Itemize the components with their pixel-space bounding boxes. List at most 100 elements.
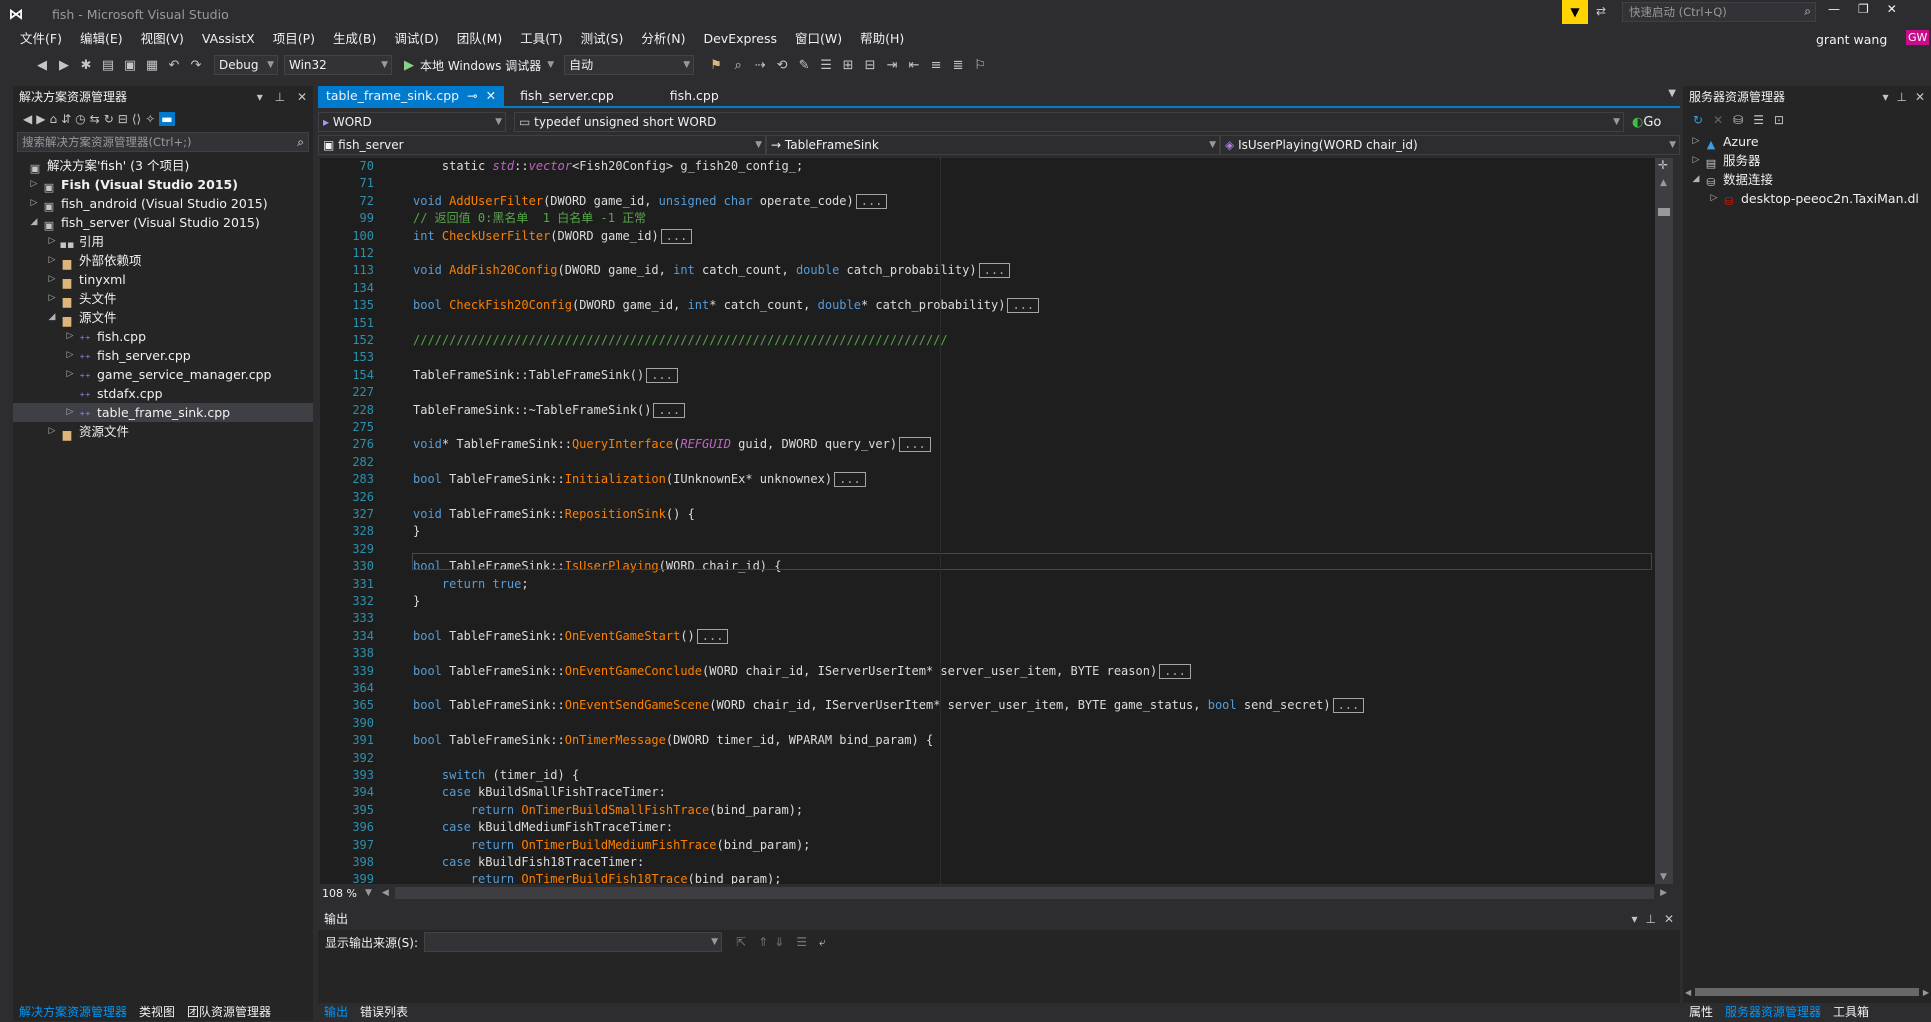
comment-icon[interactable]: ≡ [926, 55, 946, 75]
code-text[interactable]: case kBuildSmallFishTraceTimer: [413, 784, 666, 801]
preview-icon[interactable]: ▬ [159, 112, 175, 126]
output-source-select[interactable]: ▼ [424, 932, 723, 952]
expand-icon[interactable]: ▷ [45, 289, 59, 308]
code-line[interactable]: 339 bool TableFrameSink::OnEventGameConcl… [320, 663, 1655, 680]
menu-window[interactable]: 窗口(W) [786, 28, 851, 50]
code-text[interactable]: bool TableFrameSink::Initialization(IUnk… [413, 471, 866, 488]
next-message-icon[interactable]: ⇓ [774, 935, 784, 949]
vertical-scrollbar[interactable]: ✛ ▲ ▼ [1655, 158, 1673, 884]
code-line[interactable]: 390 [320, 715, 1655, 732]
code-line[interactable]: 99 // 返回值 0:黑名单 1 白名单 -1 正常 [320, 210, 1655, 227]
code-text[interactable]: // 返回值 0:黑名单 1 白名单 -1 正常 [413, 210, 646, 227]
code-line[interactable]: 282 [320, 454, 1655, 471]
minimize-icon[interactable]: — [1828, 2, 1840, 16]
code-text[interactable]: return true; [413, 576, 529, 593]
notification-icon[interactable]: ⇄ [1596, 4, 1606, 18]
vax-refactor-icon[interactable]: ⟲ [772, 55, 792, 75]
tab-team-explorer[interactable]: 团队资源管理器 [181, 1002, 277, 1022]
code-text[interactable]: bool TableFrameSink::OnTimerMessage(DWOR… [413, 732, 933, 749]
code-line[interactable]: 399 return OnTimerBuildFish18Trace(bind_… [320, 871, 1655, 884]
vax-rename-icon[interactable]: ✎ [794, 55, 814, 75]
maximize-icon[interactable]: ❐ [1858, 2, 1869, 16]
code-text[interactable]: switch (timer_id) { [413, 767, 579, 784]
code-line[interactable]: 326 [320, 489, 1655, 506]
member-select[interactable]: ◈ IsUserPlaying(WORD chair_id) ▼ [1220, 135, 1680, 155]
pin-icon[interactable]: ⊸ [467, 86, 477, 106]
expand-icon[interactable]: ▷ [1707, 189, 1721, 208]
code-line[interactable]: 329 [320, 541, 1655, 558]
code-text[interactable]: } [413, 523, 420, 540]
tab-server-explorer[interactable]: 服务器资源管理器 [1719, 1002, 1827, 1022]
new-project-icon[interactable]: ✱ [76, 55, 96, 75]
code-line[interactable]: 334 bool TableFrameSink::OnEventGameStart… [320, 628, 1655, 645]
code-line[interactable]: 153 [320, 349, 1655, 366]
vax-outline-icon[interactable]: ⊞ [838, 55, 858, 75]
user-avatar[interactable]: GW [1906, 30, 1930, 45]
pin-icon[interactable]: ⊥ [1645, 912, 1655, 926]
code-text[interactable]: ////////////////////////////////////////… [413, 332, 948, 349]
run-icon[interactable]: ▶ [404, 58, 414, 73]
search-icon[interactable]: ⌕ [297, 135, 308, 150]
tab-fish-server[interactable]: fish_server.cpp [512, 86, 622, 106]
tree-item-servers[interactable]: ▷ ▤ 服务器 [1683, 151, 1931, 170]
code-text[interactable]: case kBuildFish18TraceTimer: [413, 854, 644, 871]
forward-icon[interactable]: ▶ [54, 55, 74, 75]
refresh-icon[interactable]: ↻ [1693, 113, 1703, 127]
close-icon[interactable]: ✕ [1664, 912, 1674, 926]
undo-icon[interactable]: ↶ [164, 55, 184, 75]
menu-team[interactable]: 团队(M) [448, 28, 512, 50]
user-name[interactable]: grant wang [1816, 32, 1887, 47]
code-line[interactable]: 113 void AddFish20Config(DWORD game_id, i… [320, 262, 1655, 279]
run-button[interactable]: 本地 Windows 调试器 [420, 57, 541, 74]
vax-goto-icon[interactable]: ⇢ [750, 55, 770, 75]
solution-search-input[interactable]: 搜索解决方案资源管理器(Ctrl+;) ⌕ [17, 132, 309, 152]
tree-item-resource-files[interactable]: ▷ ▆ 资源文件 [13, 422, 313, 441]
search-icon[interactable]: ⌕ [1804, 4, 1811, 19]
code-line[interactable]: 152 /////////////////////////////////////… [320, 332, 1655, 349]
open-icon[interactable]: ▤ [98, 55, 118, 75]
code-text[interactable]: case kBuildMediumFishTraceTimer: [413, 819, 673, 836]
clear-all-icon[interactable]: ☰ [796, 935, 807, 949]
word-wrap-icon[interactable]: ⤶ [819, 935, 826, 950]
code-line[interactable]: 395 return OnTimerBuildSmallFishTrace(bi… [320, 802, 1655, 819]
tree-item-game-service-cpp[interactable]: ▷ ⁺⁺ game_service_manager.cpp [13, 365, 313, 384]
tree-item-solution[interactable]: ▣ 解决方案'fish' (3 个项目) [13, 156, 313, 175]
code-text[interactable]: bool TableFrameSink::OnEventGameConclude… [413, 663, 1191, 680]
code-text[interactable]: int CheckUserFilter(DWORD game_id)... [413, 228, 693, 245]
menu-build[interactable]: 生成(B) [324, 28, 385, 50]
code-icon[interactable]: ⟨⟩ [132, 112, 141, 126]
menu-help[interactable]: 帮助(H) [851, 28, 913, 50]
collapse-icon[interactable]: ◢ [45, 308, 59, 327]
dropdown-icon[interactable]: ▾ [1882, 90, 1888, 104]
code-line[interactable]: 332} [320, 593, 1655, 610]
code-line[interactable]: 396 case kBuildMediumFishTraceTimer: [320, 819, 1655, 836]
code-line[interactable]: 72 void AddUserFilter(DWORD game_id, unsi… [320, 193, 1655, 210]
code-text[interactable]: return OnTimerBuildSmallFishTrace(bind_p… [413, 802, 803, 819]
code-line[interactable]: 151 [320, 315, 1655, 332]
code-line[interactable]: 391 bool TableFrameSink::OnTimerMessage(D… [320, 732, 1655, 749]
menu-debug[interactable]: 调试(D) [385, 28, 447, 50]
code-text[interactable]: bool TableFrameSink::IsUserPlaying(WORD … [413, 558, 781, 575]
forward-icon[interactable]: ▶ [36, 112, 45, 126]
switch-view-icon[interactable]: ⇵ [61, 112, 71, 126]
save-all-icon[interactable]: ▦ [142, 55, 162, 75]
tree-item-tinyxml[interactable]: ▷ ▆ tinyxml [13, 270, 313, 289]
quick-launch-input[interactable]: 快速启动 (Ctrl+Q) ⌕ [1622, 2, 1816, 22]
collapse-icon[interactable]: ◢ [27, 213, 41, 232]
tab-properties[interactable]: 属性 [1683, 1002, 1719, 1022]
vax-find-icon[interactable]: ⌕ [728, 55, 748, 75]
tab-class-view[interactable]: 类视图 [133, 1002, 181, 1022]
code-text[interactable]: } [413, 593, 420, 610]
sync-icon[interactable]: ⇆ [90, 112, 100, 126]
stop-icon[interactable]: ✕ [1713, 113, 1723, 127]
code-line[interactable]: 134 [320, 280, 1655, 297]
scroll-right-icon[interactable]: ▶ [1923, 988, 1929, 997]
tree-item-external-deps[interactable]: ▷ ▆ 外部依赖项 [13, 251, 313, 270]
pin-icon[interactable]: ⊥ [1896, 90, 1906, 104]
code-editor[interactable]: 70 static std::vector<Fish20Config> g_fi… [320, 158, 1655, 884]
refresh-icon[interactable]: ↻ [104, 112, 114, 126]
connect-azure-icon[interactable]: ⊡ [1774, 113, 1784, 127]
tree-item-fish-cpp[interactable]: ▷ ⁺⁺ fish.cpp [13, 327, 313, 346]
expand-icon[interactable]: ▷ [63, 327, 77, 346]
scroll-left-icon[interactable]: ◀ [1685, 988, 1691, 997]
